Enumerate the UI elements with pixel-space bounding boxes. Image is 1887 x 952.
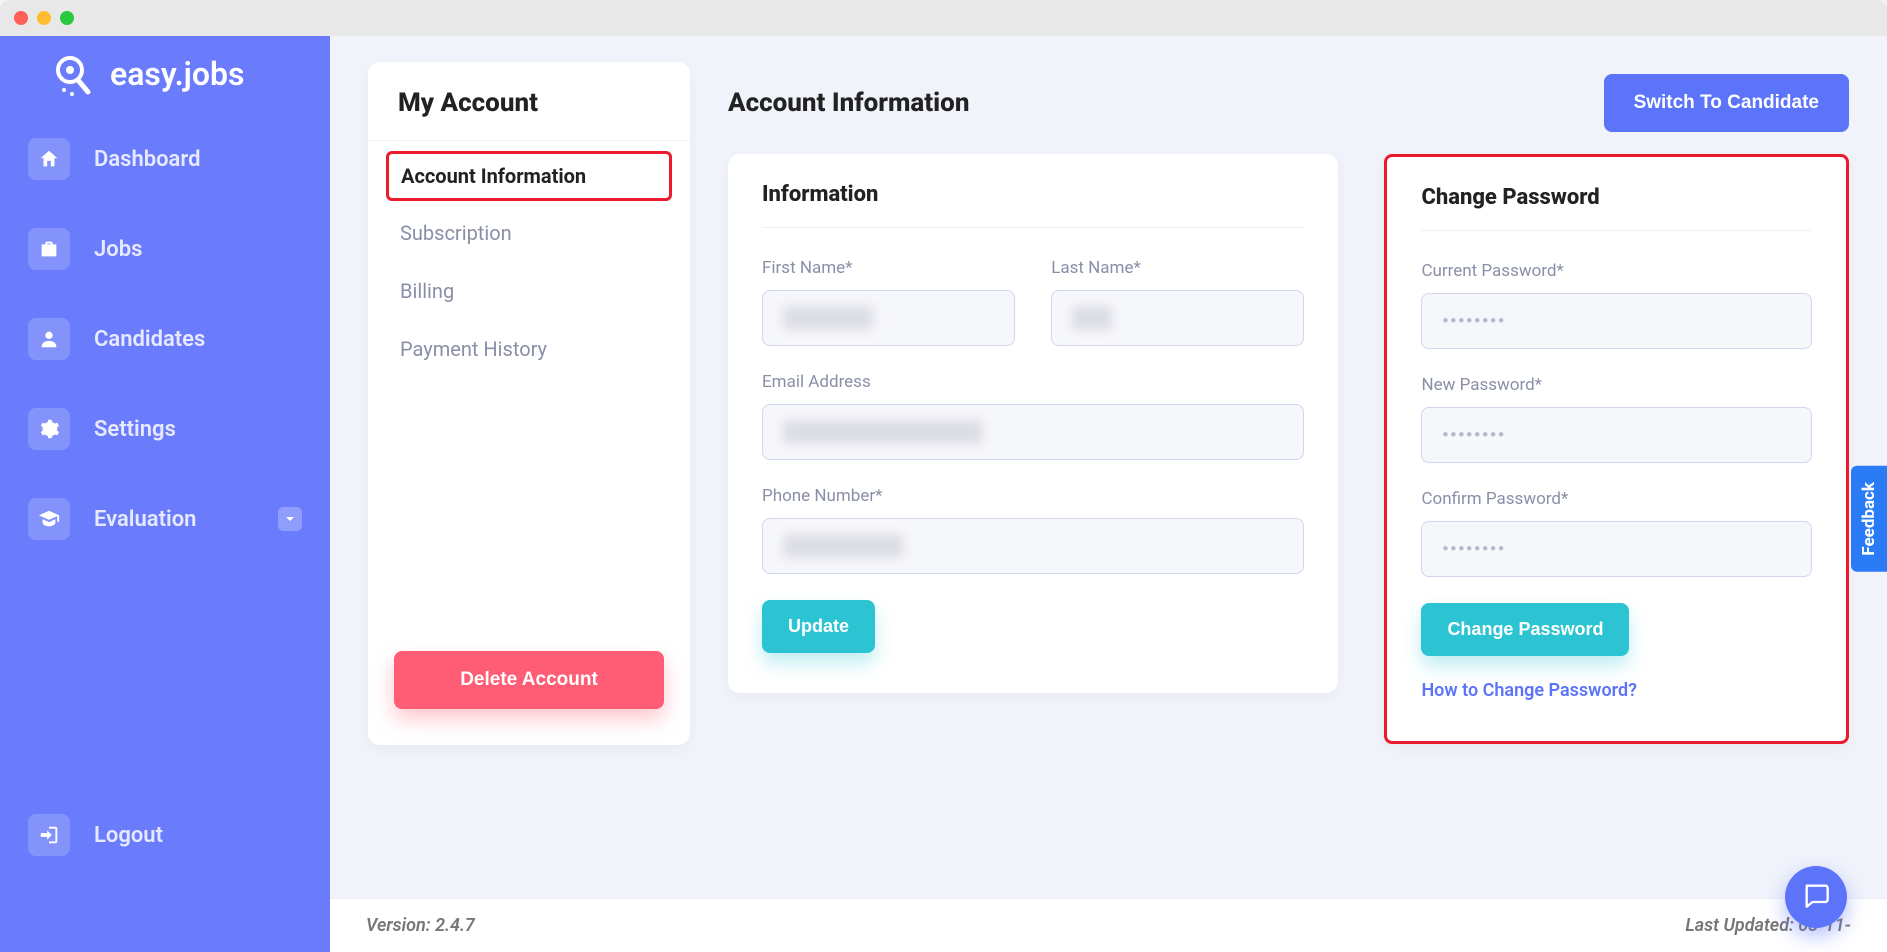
information-panel: Information First Name* Last Name* bbox=[728, 154, 1338, 693]
redacted-value bbox=[1072, 306, 1112, 330]
confirm-password-input[interactable] bbox=[1421, 521, 1812, 577]
chat-icon bbox=[1802, 881, 1830, 913]
account-menu: Account Information Subscription Billing… bbox=[368, 140, 690, 381]
confirm-password-field: Confirm Password* bbox=[1421, 489, 1812, 577]
sidebar-item-label: Settings bbox=[94, 417, 176, 442]
brand-name: easy.jobs bbox=[110, 55, 244, 93]
account-menu-card: My Account Account Information Subscript… bbox=[368, 62, 690, 745]
logout-section: Logout bbox=[0, 802, 330, 892]
window-zoom-dot[interactable] bbox=[60, 11, 74, 25]
phone-row: Phone Number* bbox=[762, 486, 1304, 574]
window-minimize-dot[interactable] bbox=[37, 11, 51, 25]
sidebar-item-candidates[interactable]: Candidates bbox=[22, 306, 308, 372]
logout-icon bbox=[28, 814, 70, 856]
menu-label: Billing bbox=[400, 279, 454, 303]
phone-field: Phone Number* bbox=[762, 486, 1304, 574]
home-icon bbox=[28, 138, 70, 180]
briefcase-icon bbox=[28, 228, 70, 270]
panels-row: Information First Name* Last Name* bbox=[728, 154, 1849, 744]
menu-label: Payment History bbox=[400, 337, 547, 361]
phone-label: Phone Number* bbox=[762, 486, 1304, 506]
current-password-input[interactable] bbox=[1421, 293, 1812, 349]
current-password-field: Current Password* bbox=[1421, 261, 1812, 349]
chevron-down-icon[interactable] bbox=[278, 507, 302, 531]
columns: My Account Account Information Subscript… bbox=[368, 62, 1849, 745]
chat-widget-button[interactable] bbox=[1785, 866, 1847, 928]
new-password-input[interactable] bbox=[1421, 407, 1812, 463]
current-pw-row: Current Password* bbox=[1421, 261, 1812, 349]
redacted-value bbox=[783, 420, 983, 444]
right-header: Account Information Switch To Candidate bbox=[728, 62, 1849, 132]
app-root: easy.jobs Dashboard Jobs Candidates bbox=[0, 36, 1887, 952]
last-name-label: Last Name* bbox=[1051, 258, 1304, 278]
email-label: Email Address bbox=[762, 372, 1304, 392]
footer: Version: 2.4.7 Last Updated: 03-11- bbox=[330, 898, 1887, 952]
account-card-title: My Account bbox=[368, 88, 690, 140]
delete-account-button[interactable]: Delete Account bbox=[394, 651, 664, 709]
menu-label: Account Information bbox=[401, 164, 586, 188]
window-close-dot[interactable] bbox=[14, 11, 28, 25]
info-panel-title: Information bbox=[762, 182, 1304, 228]
email-row: Email Address bbox=[762, 372, 1304, 460]
sidebar-item-evaluation[interactable]: Evaluation bbox=[22, 486, 308, 552]
change-password-button[interactable]: Change Password bbox=[1421, 603, 1629, 656]
account-menu-subscription[interactable]: Subscription bbox=[386, 207, 672, 259]
change-password-panel: Change Password Current Password* New Pa… bbox=[1384, 154, 1849, 744]
confirm-pw-row: Confirm Password* bbox=[1421, 489, 1812, 577]
last-name-input[interactable] bbox=[1051, 290, 1304, 346]
sidebar: easy.jobs Dashboard Jobs Candidates bbox=[0, 36, 330, 952]
window-chrome bbox=[0, 0, 1887, 36]
gear-icon bbox=[28, 408, 70, 450]
page-title: Account Information bbox=[728, 88, 969, 118]
sidebar-item-dashboard[interactable]: Dashboard bbox=[22, 126, 308, 192]
feedback-tab[interactable]: Feedback bbox=[1851, 466, 1887, 572]
first-name-input[interactable] bbox=[762, 290, 1015, 346]
redacted-value bbox=[783, 306, 873, 330]
email-input[interactable] bbox=[762, 404, 1304, 460]
sidebar-item-label: Logout bbox=[94, 823, 163, 848]
last-name-field: Last Name* bbox=[1051, 258, 1304, 346]
sidebar-item-settings[interactable]: Settings bbox=[22, 396, 308, 462]
name-row: First Name* Last Name* bbox=[762, 258, 1304, 346]
account-menu-account-information[interactable]: Account Information bbox=[386, 151, 672, 201]
current-password-label: Current Password* bbox=[1421, 261, 1812, 281]
first-name-label: First Name* bbox=[762, 258, 1015, 278]
version-text: Version: 2.4.7 bbox=[366, 915, 475, 936]
sidebar-item-logout[interactable]: Logout bbox=[22, 802, 308, 868]
user-icon bbox=[28, 318, 70, 360]
account-menu-billing[interactable]: Billing bbox=[386, 265, 672, 317]
switch-to-candidate-button[interactable]: Switch To Candidate bbox=[1604, 74, 1849, 132]
new-password-label: New Password* bbox=[1421, 375, 1812, 395]
brand-logo[interactable]: easy.jobs bbox=[0, 40, 330, 126]
sidebar-item-jobs[interactable]: Jobs bbox=[22, 216, 308, 282]
new-password-field: New Password* bbox=[1421, 375, 1812, 463]
graduation-icon bbox=[28, 498, 70, 540]
update-button[interactable]: Update bbox=[762, 600, 875, 653]
sidebar-item-label: Jobs bbox=[94, 237, 142, 262]
brand-icon bbox=[48, 50, 96, 98]
first-name-field: First Name* bbox=[762, 258, 1015, 346]
new-pw-row: New Password* bbox=[1421, 375, 1812, 463]
sidebar-item-label: Candidates bbox=[94, 327, 205, 352]
sidebar-item-label: Evaluation bbox=[94, 507, 196, 532]
redacted-value bbox=[783, 534, 903, 558]
email-field: Email Address bbox=[762, 372, 1304, 460]
pw-panel-title: Change Password bbox=[1421, 185, 1812, 231]
nav-list: Dashboard Jobs Candidates Settings bbox=[0, 126, 330, 576]
phone-input[interactable] bbox=[762, 518, 1304, 574]
sidebar-item-label: Dashboard bbox=[94, 147, 200, 172]
right-column: Account Information Switch To Candidate … bbox=[728, 62, 1849, 744]
menu-label: Subscription bbox=[400, 221, 512, 245]
main-content: My Account Account Information Subscript… bbox=[330, 36, 1887, 952]
how-to-change-password-link[interactable]: How to Change Password? bbox=[1421, 680, 1812, 701]
account-menu-payment-history[interactable]: Payment History bbox=[386, 323, 672, 375]
confirm-password-label: Confirm Password* bbox=[1421, 489, 1812, 509]
